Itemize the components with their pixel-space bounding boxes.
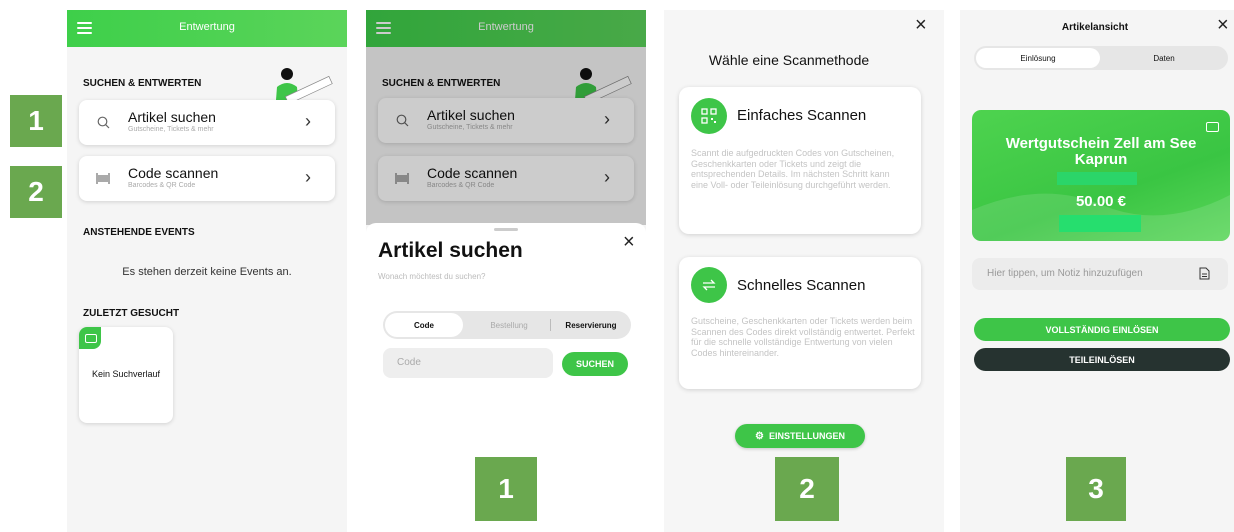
- code-scannen-card[interactable]: Code scannen Barcodes & QR Code ›: [79, 156, 335, 201]
- tab-bestellung[interactable]: Bestellung: [471, 313, 547, 337]
- barcode-icon: [96, 173, 110, 184]
- search-icon: [97, 116, 110, 129]
- qr-code-icon: [691, 98, 727, 134]
- dim-overlay: [366, 10, 646, 225]
- wallet-icon: [79, 327, 101, 349]
- header-title: Entwertung: [179, 21, 235, 33]
- partial-redeem-button[interactable]: TEILEINLÖSEN: [974, 348, 1230, 371]
- code-input[interactable]: Code: [383, 348, 553, 378]
- search-button[interactable]: SUCHEN: [562, 352, 628, 376]
- voucher-card: Wertgutschein Zell am See Kaprun 50.00 €: [972, 110, 1230, 241]
- close-icon[interactable]: ×: [1217, 14, 1229, 37]
- tab-daten[interactable]: Daten: [1102, 48, 1226, 68]
- einfaches-scannen-title: Einfaches Scannen: [737, 107, 867, 124]
- search-type-tabs: Code Bestellung Reservierung: [383, 311, 631, 339]
- close-icon[interactable]: ×: [915, 14, 927, 37]
- einfaches-scannen-desc: Scannt die aufgedruckten Codes von Gutsc…: [691, 148, 895, 190]
- artikel-tabs: Einlösung Daten: [974, 46, 1228, 70]
- artikel-suchen-card[interactable]: Artikel suchen Gutscheine, Tickets & meh…: [79, 100, 335, 145]
- tab-code[interactable]: Code: [385, 313, 463, 337]
- voucher-title: Wertgutschein Zell am See Kaprun: [1005, 135, 1197, 168]
- schnelles-scannen-title: Schnelles Scannen: [737, 277, 866, 294]
- voucher-redacted-bar: [1059, 215, 1141, 232]
- settings-button-label: EINSTELLUNGEN: [768, 431, 845, 441]
- einfaches-scannen-card[interactable]: Einfaches Scannen Scannt die aufgedruckt…: [679, 87, 921, 234]
- screen-artikel-suchen: Entwertung SUCHEN & ENTWERTEN Artikel su…: [366, 10, 646, 532]
- voucher-redacted-bar: [1057, 172, 1137, 185]
- code-input-placeholder: Code: [397, 357, 421, 368]
- sheet-drag-handle[interactable]: [494, 228, 518, 231]
- step-label-bottom-3: 3: [1066, 457, 1126, 521]
- chevron-right-icon: ›: [305, 111, 311, 131]
- step-label-bottom-1: 1: [475, 457, 537, 521]
- section-search-title: SUCHEN & ENTWERTEN: [83, 78, 202, 89]
- step-label-1: 1: [10, 95, 62, 147]
- code-scannen-subtitle: Barcodes & QR Code: [128, 182, 196, 189]
- tab-reservierung[interactable]: Reservierung: [553, 313, 629, 337]
- sheet-subtitle: Wonach möchtest du suchen?: [378, 272, 486, 281]
- no-history-text: Kein Suchverlauf: [91, 369, 161, 379]
- wallet-icon: [1206, 122, 1219, 132]
- scan-method-title: Wähle eine Scanmethode: [708, 52, 870, 68]
- settings-button[interactable]: ⚙ EINSTELLUNGEN: [735, 424, 865, 448]
- section-events-title: ANSTEHENDE EVENTS: [83, 227, 195, 238]
- chevron-right-icon: ›: [305, 167, 311, 187]
- tab-divider: [550, 319, 551, 331]
- voucher-amount: 50.00 €: [1075, 193, 1127, 210]
- sheet-title: Artikel suchen: [378, 239, 523, 262]
- screen-artikelansicht: Artikelansicht × Einlösung Daten Wertgut…: [960, 10, 1234, 532]
- screen-entwertung: Entwertung SUCHEN & ENTWERTEN Artikel su…: [67, 10, 347, 532]
- step-label-2: 2: [10, 166, 62, 218]
- artikel-suchen-subtitle: Gutscheine, Tickets & mehr: [128, 126, 214, 133]
- close-icon[interactable]: ×: [623, 231, 635, 254]
- schnelles-scannen-card[interactable]: Schnelles Scannen Gutscheine, Geschenkka…: [679, 257, 921, 389]
- swap-arrows-icon: [691, 267, 727, 303]
- code-scannen-title: Code scannen: [128, 165, 219, 181]
- schnelles-scannen-desc: Gutscheine, Geschenkkarten oder Tickets …: [691, 316, 915, 358]
- step-label-bottom-2: 2: [775, 457, 839, 521]
- artikel-suchen-title: Artikel suchen: [128, 109, 216, 125]
- note-field[interactable]: Hier tippen, um Notiz hinzuzufügen: [972, 258, 1228, 290]
- section-recent-title: ZULETZT GESUCHT: [83, 308, 180, 319]
- full-redeem-button[interactable]: VOLLSTÄNDIG EINLÖSEN: [974, 318, 1230, 341]
- screen-scanmethode: × Wähle eine Scanmethode Einfaches Scann…: [664, 10, 944, 532]
- note-placeholder: Hier tippen, um Notiz hinzuzufügen: [987, 268, 1143, 279]
- artikel-view-title: Artikelansicht: [1061, 22, 1129, 33]
- app-header: Entwertung: [67, 10, 347, 47]
- document-icon: [1199, 267, 1210, 280]
- history-card[interactable]: Kein Suchverlauf: [79, 327, 173, 423]
- no-events-text: Es stehen derzeit keine Events an.: [122, 266, 292, 278]
- gear-icon: ⚙: [755, 430, 764, 442]
- tab-einloesung[interactable]: Einlösung: [976, 48, 1100, 68]
